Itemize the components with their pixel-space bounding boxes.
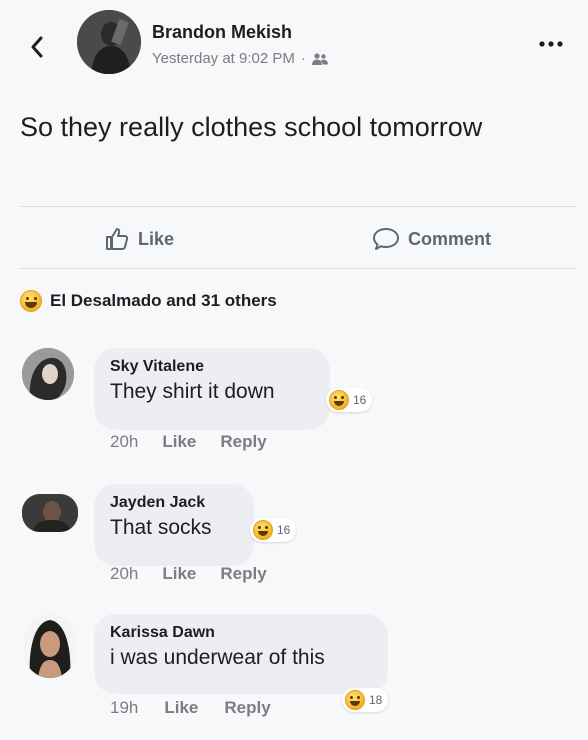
comment-reaction-badge[interactable]: 16 bbox=[250, 518, 297, 542]
comment-bubble: Karissa Dawn i was underwear of this bbox=[94, 614, 388, 694]
comment-text: i was underwear of this bbox=[110, 646, 325, 669]
comment-reply-button[interactable]: Reply bbox=[220, 432, 266, 452]
author-name[interactable]: Brandon Mekish bbox=[152, 22, 292, 43]
more-options-button[interactable] bbox=[536, 34, 566, 54]
comment-actions: 20h Like Reply bbox=[110, 564, 267, 584]
comment-label: Comment bbox=[408, 228, 492, 249]
post-text: So they really clothes school tomorrow bbox=[20, 112, 483, 142]
haha-emoji-icon bbox=[329, 390, 349, 410]
friends-icon bbox=[311, 52, 328, 65]
reactions-summary-text: El Desalmado and 31 others bbox=[50, 291, 277, 310]
post-header: Brandon Mekish Yesterday at 9:02 PM · bbox=[0, 0, 588, 100]
comment-button[interactable]: Comment bbox=[372, 226, 491, 252]
thumbs-up-icon bbox=[106, 228, 129, 250]
comment-text: They shirt it down bbox=[110, 380, 275, 403]
reaction-count: 18 bbox=[369, 693, 383, 707]
haha-emoji-icon bbox=[253, 520, 273, 540]
meta-separator: · bbox=[300, 50, 306, 67]
commenter-name[interactable]: Sky Vitalene bbox=[110, 358, 314, 376]
haha-emoji-icon bbox=[345, 690, 365, 710]
divider-top bbox=[20, 206, 576, 207]
comment-actions: 20h Like Reply bbox=[110, 432, 267, 452]
reaction-count: 16 bbox=[277, 523, 291, 537]
commenter-name[interactable]: Jayden Jack bbox=[110, 494, 238, 512]
like-label: Like bbox=[138, 228, 175, 249]
comment-bubble: Sky Vitalene They shirt it down bbox=[94, 348, 330, 430]
comment-time[interactable]: 20h bbox=[110, 564, 138, 584]
comment-like-button[interactable]: Like bbox=[162, 432, 196, 452]
like-button[interactable]: Like bbox=[104, 226, 174, 252]
reaction-count: 16 bbox=[353, 393, 367, 407]
comment-actions: 19h Like Reply bbox=[110, 698, 271, 718]
divider-bottom bbox=[20, 268, 576, 269]
commenter-name[interactable]: Karissa Dawn bbox=[110, 624, 372, 642]
comment-bubble: Jayden Jack That socks bbox=[94, 484, 254, 566]
commenter-avatar[interactable] bbox=[22, 348, 74, 400]
back-button[interactable] bbox=[24, 32, 50, 62]
post-meta: Yesterday at 9:02 PM · bbox=[152, 50, 328, 67]
chevron-left-icon bbox=[31, 36, 43, 58]
comment-reaction-badge[interactable]: 18 bbox=[342, 688, 389, 712]
comment-time[interactable]: 19h bbox=[110, 698, 138, 718]
author-avatar[interactable] bbox=[77, 10, 141, 74]
more-dots-icon bbox=[539, 41, 563, 47]
commenter-avatar[interactable] bbox=[22, 494, 78, 532]
reactions-summary[interactable]: El Desalmado and 31 others bbox=[20, 290, 277, 312]
comment-like-button[interactable]: Like bbox=[162, 564, 196, 584]
comment-time[interactable]: 20h bbox=[110, 432, 138, 452]
commenter-avatar[interactable] bbox=[24, 614, 76, 678]
comment-reply-button[interactable]: Reply bbox=[220, 564, 266, 584]
comment-reply-button[interactable]: Reply bbox=[224, 698, 270, 718]
comment-reaction-badge[interactable]: 16 bbox=[326, 388, 373, 412]
haha-emoji-icon bbox=[20, 290, 42, 312]
post-timestamp[interactable]: Yesterday at 9:02 PM bbox=[152, 50, 295, 67]
comment-text: That socks bbox=[110, 516, 212, 539]
comment-bubble-icon bbox=[373, 228, 399, 250]
comment-like-button[interactable]: Like bbox=[164, 698, 198, 718]
